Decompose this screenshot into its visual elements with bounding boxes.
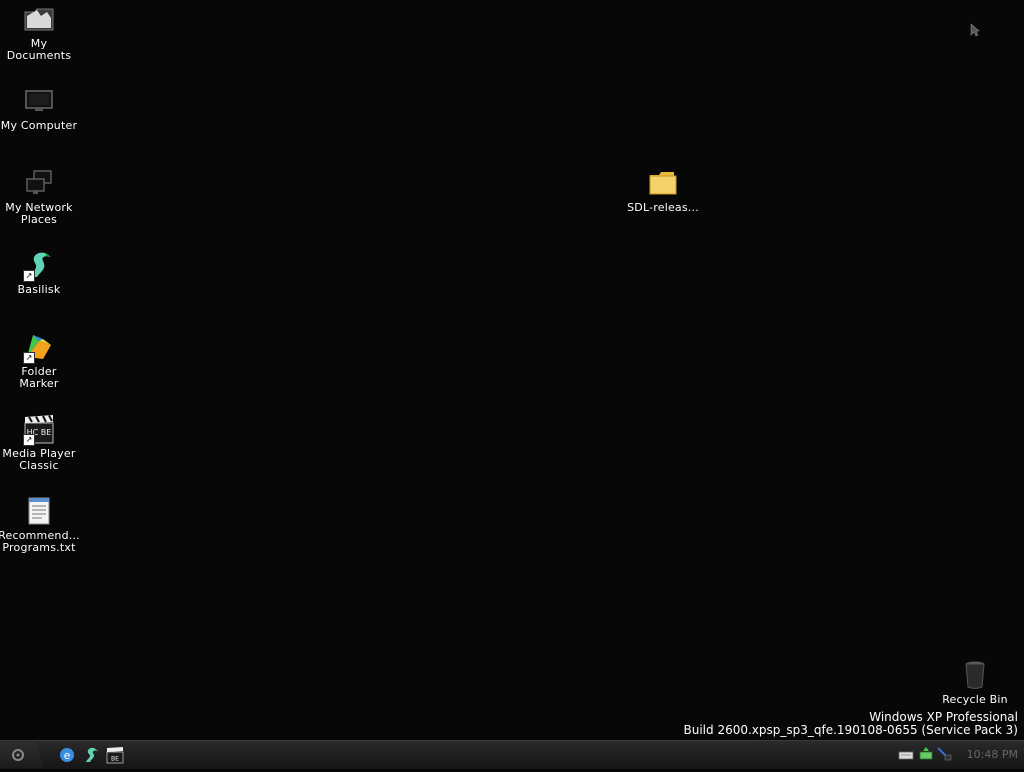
shortcut-arrow-icon: ↗	[23, 434, 35, 446]
svg-text:e: e	[64, 749, 71, 762]
quicklaunch-mpc-icon[interactable]: BE	[106, 746, 124, 764]
shortcut-arrow-icon: ↗	[23, 352, 35, 364]
system-tray: 10:48 PM	[896, 741, 1024, 769]
network-tray-icon[interactable]	[936, 746, 952, 762]
desktop-icon-my-network-places[interactable]: My Network Places	[0, 166, 78, 226]
keyboard-icon[interactable]	[898, 746, 914, 762]
desktop-icon-label: Folder Marker	[19, 365, 59, 390]
start-button[interactable]	[0, 742, 44, 768]
recycle-bin-icon	[958, 658, 992, 692]
text-file-icon	[22, 494, 56, 528]
desktop-icon-label: Basilisk	[17, 283, 61, 296]
desktop-icon-label: My Computer	[0, 119, 78, 132]
safely-remove-icon[interactable]	[918, 746, 934, 762]
desktop-icon-media-player-classic[interactable]: HC BE ↗ Media Player Classic	[0, 412, 78, 472]
quicklaunch-ie-icon[interactable]: e	[58, 746, 76, 764]
desktop-icon-my-computer[interactable]: My Computer	[0, 84, 78, 132]
svg-text:BE: BE	[111, 756, 119, 763]
desktop-icon-recycle-bin[interactable]: Recycle Bin	[936, 658, 1014, 706]
start-gear-icon	[12, 749, 24, 761]
windows-build-label: Build 2600.xpsp_sp3_qfe.190108-0655 (Ser…	[683, 723, 1019, 737]
desktop-icon-label: My Network Places	[5, 201, 73, 226]
taskbar: e BE 10:48 PM	[0, 740, 1024, 769]
desktop-icon-recommended-programs[interactable]: Recommend... Programs.txt	[0, 494, 80, 554]
folder-documents-icon	[22, 2, 56, 36]
mouse-cursor-icon	[970, 22, 980, 41]
desktop-icon-sdl-folder[interactable]: SDL-releas...	[624, 166, 702, 214]
taskbar-clock[interactable]: 10:48 PM	[967, 748, 1018, 761]
shortcut-arrow-icon: ↗	[23, 270, 35, 282]
network-icon	[22, 166, 56, 200]
desktop-icon-folder-marker[interactable]: ↗ Folder Marker	[0, 330, 78, 390]
windows-version-label: Windows XP Professional	[869, 710, 1018, 724]
desktop-icon-label: SDL-releas...	[627, 201, 699, 214]
folder-icon	[646, 166, 680, 200]
desktop-icon-label: My Documents	[6, 37, 72, 62]
desktop-icon-label: Recycle Bin	[942, 693, 1008, 706]
monitor-icon	[22, 84, 56, 118]
desktop-icon-label: Media Player Classic	[2, 447, 76, 472]
desktop-icon-basilisk[interactable]: ↗ Basilisk	[0, 248, 78, 296]
desktop: My Documents My Computer My Network Plac…	[0, 0, 1024, 740]
folder-marker-icon: ↗	[22, 330, 56, 364]
desktop-icon-label: Recommend... Programs.txt	[0, 529, 80, 554]
clapperboard-icon: HC BE ↗	[22, 412, 56, 446]
desktop-icon-my-documents[interactable]: My Documents	[0, 2, 78, 62]
basilisk-icon: ↗	[22, 248, 56, 282]
quicklaunch-basilisk-icon[interactable]	[82, 746, 100, 764]
